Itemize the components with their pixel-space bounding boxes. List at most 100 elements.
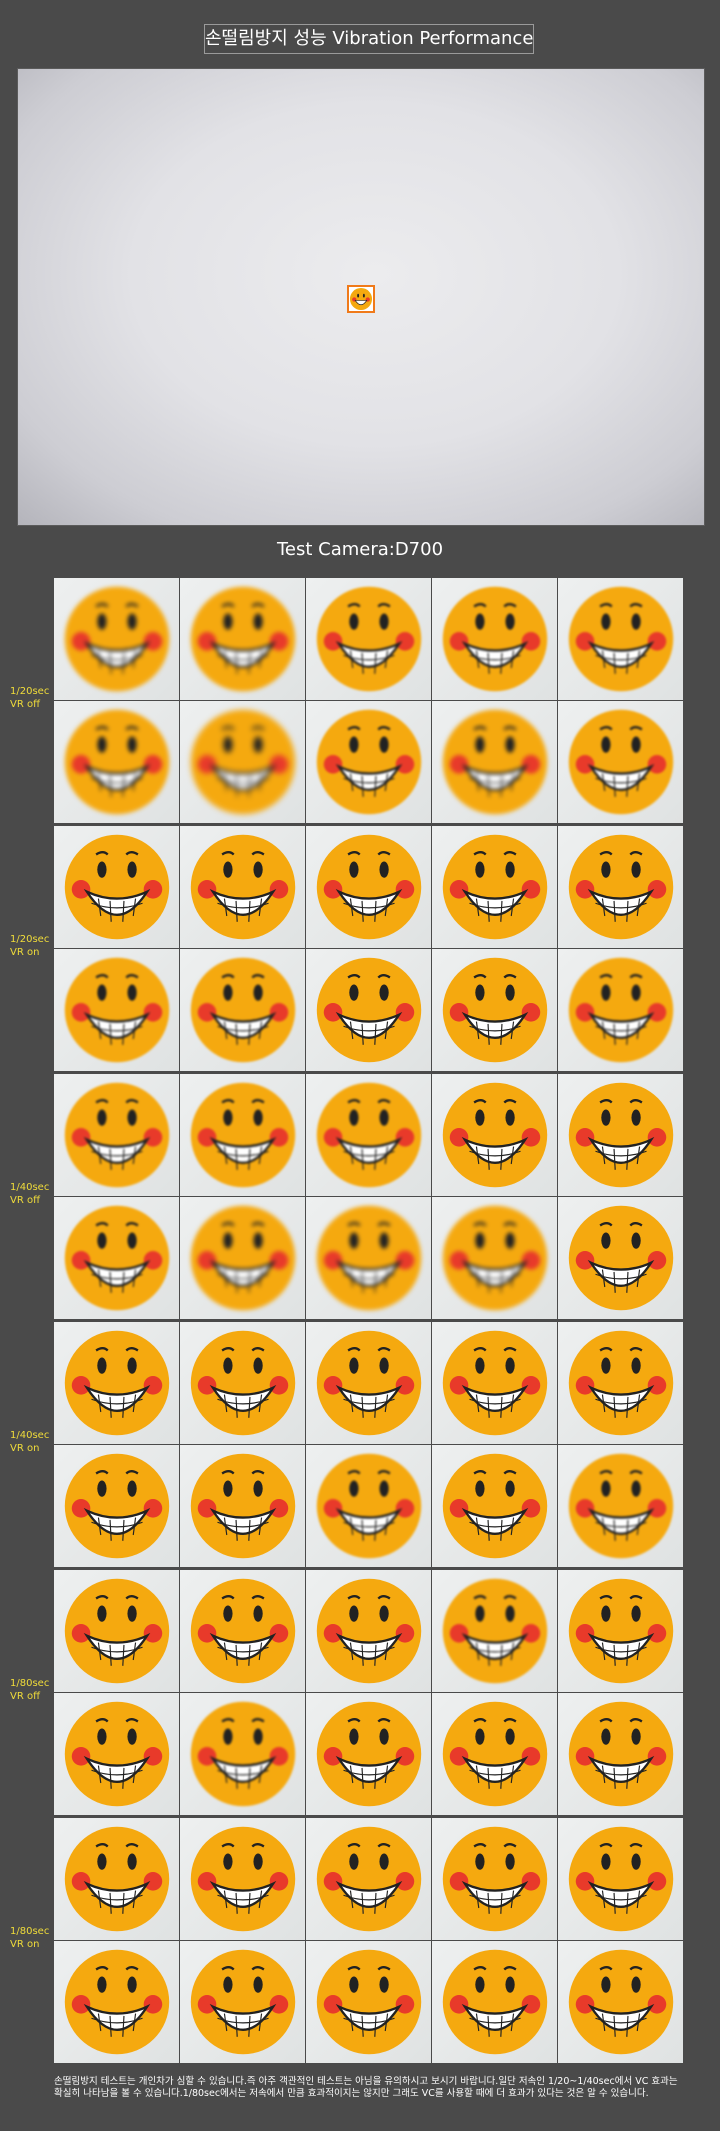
test-shot [180,1570,305,1692]
footnote: 손떨림방지 테스트는 개인차가 심할 수 있습니다.즉 아주 객관적인 테스트는… [54,2076,678,2099]
test-shot [54,701,179,823]
smiley-face [64,1330,169,1436]
smiley-face [442,1453,547,1559]
test-shot [180,1197,305,1319]
test-shot [558,1941,683,2063]
smiley-face [64,957,169,1063]
test-shot [306,949,431,1071]
test-shot [180,578,305,700]
test-shot [180,1074,305,1196]
test-shot [558,1322,683,1444]
shot-row [54,826,688,949]
shutter-speed: 1/80sec [10,1678,50,1689]
vr-status: VR off [10,1195,40,1206]
smiley-face [316,1330,421,1436]
smiley-face [568,1082,673,1188]
shot-row [54,578,688,701]
smiley-face [316,1701,421,1807]
vr-status: VR on [10,947,40,958]
smiley-face [316,1082,421,1188]
test-shot [432,1322,557,1444]
test-shot [54,1197,179,1319]
test-shot [432,1693,557,1815]
test-shot [432,826,557,948]
shot-group [54,578,688,824]
smiley-target-thumbnail [347,285,375,313]
smiley-face [64,709,169,815]
smiley-face [316,586,421,692]
smiley-face [442,1082,547,1188]
test-shot [558,1197,683,1319]
shutter-vr-label: 1/20sec VR off [10,685,70,711]
smiley-face [190,709,295,815]
smiley-face [568,1578,673,1684]
test-shot [306,701,431,823]
test-shot [306,1074,431,1196]
test-shot [54,1570,179,1692]
shot-row [54,1445,688,1568]
shot-group [54,826,688,1072]
test-shot [180,1445,305,1567]
test-shot [54,949,179,1071]
shot-row [54,1818,688,1941]
test-shot [558,826,683,948]
vr-status: VR off [10,1691,40,1702]
test-shot [432,1818,557,1940]
test-shot [180,1322,305,1444]
page-title: 손떨림방지 성능 Vibration Performance [204,24,534,54]
test-shot [558,1445,683,1567]
shot-row [54,1074,688,1197]
shutter-vr-label: 1/40sec VR off [10,1181,70,1207]
smiley-face [568,1205,673,1311]
test-shot [54,1818,179,1940]
test-shot [306,826,431,948]
test-shot [432,1074,557,1196]
smiley-face [568,709,673,815]
test-shot [180,1941,305,2063]
shutter-speed: 1/40sec [10,1430,50,1441]
shutter-vr-label: 1/40sec VR on [10,1429,70,1455]
smiley-face [64,834,169,940]
test-shot [54,1074,179,1196]
shot-row [54,1941,688,2064]
test-shot [54,1693,179,1815]
test-shot [306,1818,431,1940]
smiley-face [442,957,547,1063]
smiley-face [442,586,547,692]
smiley-face [190,1205,295,1311]
test-shot [54,1941,179,2063]
test-shot [180,1818,305,1940]
test-shot [180,826,305,948]
smiley-face [316,1205,421,1311]
smiley-face [442,834,547,940]
test-shot [432,578,557,700]
test-shot [432,701,557,823]
smiley-face [190,1826,295,1932]
shot-row [54,1197,688,1320]
shot-row [54,1570,688,1693]
test-target-photo [17,68,705,526]
shot-row [54,701,688,824]
smiley-face [316,1826,421,1932]
smiley-face [568,1330,673,1436]
test-shot [180,949,305,1071]
smiley-face [316,1949,421,2055]
test-shot [432,1197,557,1319]
shot-row [54,1322,688,1445]
smiley-face [64,586,169,692]
smiley-face [190,834,295,940]
smiley-face [190,1949,295,2055]
test-shot [54,826,179,948]
test-shot [306,1445,431,1567]
smiley-face [442,1949,547,2055]
vr-status: VR off [10,699,40,710]
shot-group [54,1818,688,2064]
smiley-face [64,1826,169,1932]
smiley-face [442,1205,547,1311]
test-shot [306,1693,431,1815]
smiley-face [316,957,421,1063]
smiley-face [64,1949,169,2055]
smiley-face [64,1082,169,1188]
smiley-face [568,957,673,1063]
test-shot [180,701,305,823]
